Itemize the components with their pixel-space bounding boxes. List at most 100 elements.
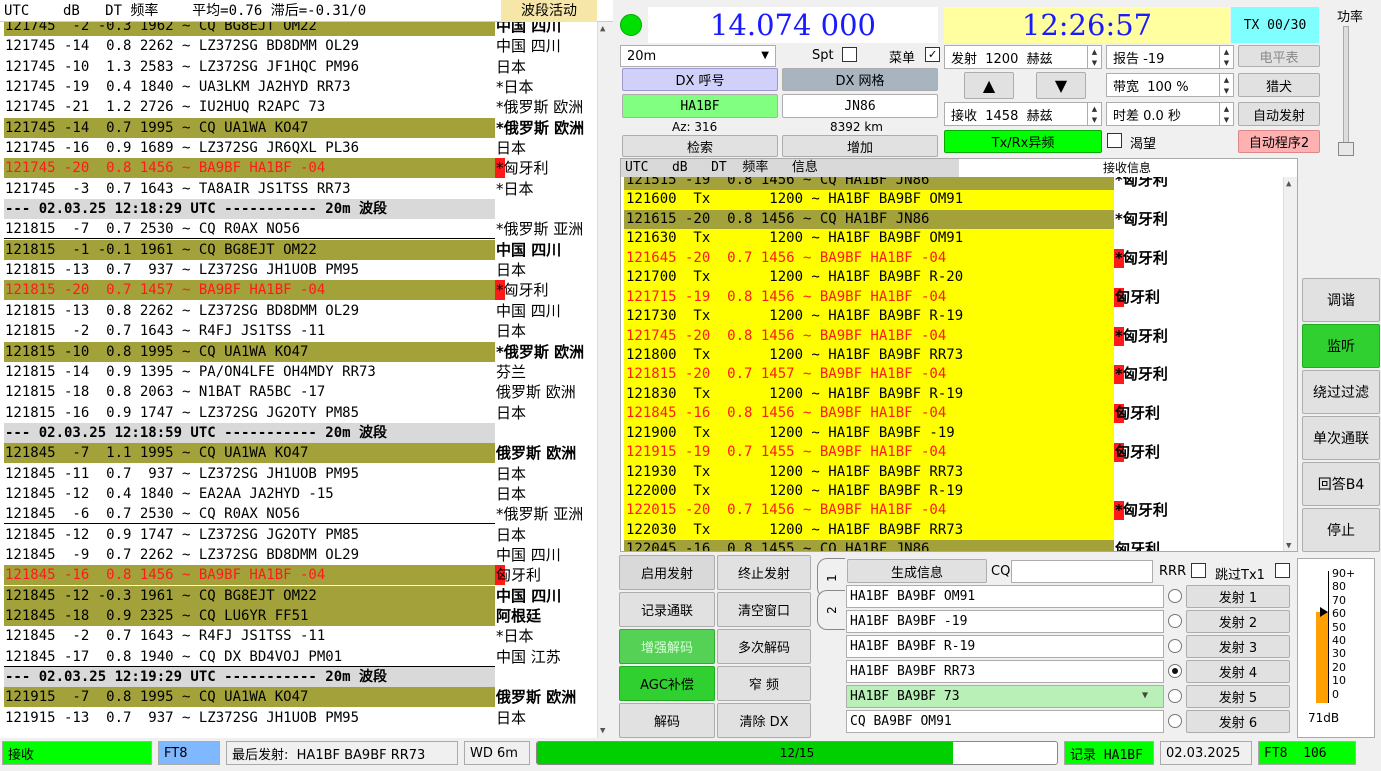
time-offset-spinbox[interactable]: 时差 0.0 秒 ▲ ▼ [1106, 102, 1234, 126]
spin-arrows-icon[interactable]: ▲ ▼ [1219, 103, 1233, 125]
tx-select-radio-3[interactable] [1168, 639, 1182, 653]
decode-row[interactable]: 121845 -16 0.8 1456 ~ BA9BF HA1BF -04 匈牙利 [0, 565, 597, 586]
rx-row[interactable]: 121730 Tx 1200 ~ HA1BF BA9BF R-19 [621, 307, 1283, 327]
rx-row[interactable]: 121615 -20 0.8 1456 ~ CQ HA1BF JN86 *匈牙利 [621, 209, 1283, 230]
level-meter-button[interactable]: 电平表 [1238, 45, 1320, 67]
decode-row[interactable]: 121745 -10 1.3 2583 ~ LZ372SG JF1HQC PM9… [0, 57, 597, 77]
decode-row[interactable]: 121845 -9 0.7 2262 ~ LZ372SG BD8DMM OL29… [0, 545, 597, 565]
rx-row[interactable]: 121700 Tx 1200 ~ HA1BF BA9BF R-20 [621, 268, 1283, 288]
rx-frequency-scrollbar[interactable]: ▲ ▼ [1283, 177, 1297, 551]
decode-row[interactable]: 121915 -7 0.8 1995 ~ CQ UA1WA KO47 俄罗斯 欧洲 [0, 687, 597, 708]
chevron-down-icon[interactable]: ▼ [1142, 690, 1148, 701]
rx-row[interactable]: 122030 Tx 1200 ~ HA1BF BA9BF RR73 [621, 520, 1283, 541]
tx-send-button-2[interactable]: 发射 2 [1186, 610, 1290, 633]
decode-row[interactable]: 121745 -21 1.2 2726 ~ IU2HUQ R2APC 73 *俄罗… [0, 97, 597, 117]
tab-2[interactable]: 2 [817, 590, 845, 630]
scroll-up-icon[interactable]: ▲ [600, 24, 605, 34]
period-separator[interactable]: --- 02.03.25 12:19:29 UTC ----------- 20… [0, 667, 597, 687]
decode-row[interactable]: 121815 -2 0.7 1643 ~ R4FJ JS1TSS -11 日本 [0, 321, 597, 341]
txrx-split-toggle[interactable]: Tx/Rx异频 [944, 130, 1102, 153]
auto-prog-button[interactable]: 自动程序2 [1238, 130, 1320, 153]
tx-message-2[interactable]: HA1BF BA9BF -19 [846, 610, 1164, 633]
decode-row[interactable]: 121745 -3 0.7 1643 ~ TA8AIR JS1TSS RR73 *… [0, 179, 597, 199]
rx-row[interactable]: 121915 -19 0.7 1455 ~ BA9BF HA1BF -04 匈牙利 [621, 443, 1283, 463]
decode-row[interactable]: 121845 -17 0.8 1940 ~ CQ DX BD4VOJ PM01 中… [0, 647, 597, 667]
rx-row[interactable]: 121800 Tx 1200 ~ HA1BF BA9BF RR73 [621, 345, 1283, 366]
spin-arrows-icon[interactable]: ▲ ▼ [1219, 74, 1233, 96]
tx-select-radio-4[interactable] [1168, 664, 1182, 678]
scroll-up-icon[interactable]: ▲ [1286, 179, 1291, 189]
clear-dx-button[interactable]: 清除 DX [717, 703, 811, 738]
spin-arrows-icon[interactable]: ▲ ▼ [1219, 46, 1233, 68]
clear-window-button[interactable]: 清空窗口 [717, 592, 811, 627]
decode-row[interactable]: 121815 -7 0.7 2530 ~ CQ R0AX NO56 *俄罗斯 亚洲 [0, 219, 597, 240]
tx-send-button-4[interactable]: 发射 4 [1186, 660, 1290, 683]
tx-message-4[interactable]: HA1BF BA9BF RR73 [846, 660, 1164, 683]
rx-row[interactable]: 121745 -20 0.8 1456 ~ BA9BF HA1BF -04 *匈牙… [621, 326, 1283, 346]
rx-frequency-list[interactable]: 121515 -19 0.8 1456 ~ CQ HA1BF JN86 *匈牙利 1… [621, 171, 1283, 551]
enable-tx-button[interactable]: 启用发射 [619, 555, 715, 590]
decode-row[interactable]: 121845 -18 0.9 2325 ~ CQ LU6YR FF51 阿根廷 [0, 605, 597, 626]
spin-arrows-icon[interactable]: ▲ ▼ [1087, 46, 1101, 68]
decode-row[interactable]: 121745 -20 0.8 1456 ~ BA9BF HA1BF -04 *匈牙… [0, 158, 597, 179]
add-button[interactable]: 增加 [782, 135, 938, 157]
rx-row[interactable]: 121845 -16 0.8 1456 ~ BA9BF HA1BF -04 匈牙利 [621, 404, 1283, 424]
decode-row[interactable]: 121815 -20 0.7 1457 ~ BA9BF HA1BF -04 *匈牙… [0, 280, 597, 301]
decode-row[interactable]: 121815 -1 -0.1 1961 ~ CQ BG8EJT OM22 中国 四… [0, 239, 597, 260]
rx-row[interactable]: 121630 Tx 1200 ~ HA1BF BA9BF OM91 [621, 229, 1283, 249]
log-qso-button[interactable]: 记录通联 [619, 592, 715, 627]
side-button-5[interactable]: 回答B4 [1302, 462, 1380, 506]
generate-messages-button[interactable]: 生成信息 [847, 559, 987, 583]
decode-row[interactable]: 121815 -16 0.9 1747 ~ LZ372SG JG2OTY PM8… [0, 403, 597, 423]
tx-message-6[interactable]: CQ BA9BF OM91 [846, 710, 1164, 733]
period-separator[interactable]: --- 02.03.25 12:18:59 UTC ----------- 20… [0, 422, 597, 443]
tx-select-radio-1[interactable] [1168, 589, 1182, 603]
side-button-2[interactable]: 监听 [1302, 324, 1380, 368]
power-slider-thumb[interactable] [1338, 142, 1354, 156]
tx-freq-spinbox[interactable]: 发射 1200 赫兹 ▲ ▼ [944, 45, 1102, 69]
side-button-1[interactable]: 调谐 [1302, 278, 1380, 322]
rx-row[interactable]: 122000 Tx 1200 ~ HA1BF BA9BF R-19 [621, 482, 1283, 502]
want-checkbox[interactable] [1107, 133, 1122, 148]
decode-row[interactable]: 121845 -6 0.7 2530 ~ CQ R0AX NO56 *俄罗斯 亚洲 [0, 504, 597, 525]
decode-row[interactable]: 121845 -12 0.9 1747 ~ LZ372SG JG2OTY PM8… [0, 525, 597, 545]
rx-row[interactable]: 122015 -20 0.7 1456 ~ BA9BF HA1BF -04 *匈牙… [621, 501, 1283, 521]
spin-arrows-icon[interactable]: ▲ ▼ [1087, 103, 1101, 125]
decode-row[interactable]: 121845 -12 0.4 1840 ~ EA2AA JA2HYD -15 日本 [0, 484, 597, 504]
tx-send-button-6[interactable]: 发射 6 [1186, 710, 1290, 733]
lookup-button[interactable]: 检索 [622, 135, 778, 157]
report-spinbox[interactable]: 报告 -19 ▲ ▼ [1106, 45, 1234, 69]
rx-row[interactable]: 121715 -19 0.8 1456 ~ BA9BF HA1BF -04 匈牙利 [621, 287, 1283, 308]
decode-row[interactable]: 121745 -14 0.8 2262 ~ LZ372SG BD8DMM OL2… [0, 36, 597, 56]
rx-row[interactable]: 121600 Tx 1200 ~ HA1BF BA9BF OM91 [621, 190, 1283, 210]
tx-send-button-3[interactable]: 发射 3 [1186, 635, 1290, 658]
decode-row[interactable]: 121845 -11 0.7 937 ~ LZ372SG JH1UOB PM95… [0, 464, 597, 484]
rx-row[interactable]: 121830 Tx 1200 ~ HA1BF BA9BF R-19 [621, 384, 1283, 405]
rx-row[interactable]: 121815 -20 0.7 1457 ~ BA9BF HA1BF -04 *匈牙… [621, 365, 1283, 385]
tx-select-radio-5[interactable] [1168, 689, 1182, 703]
tx-send-button-5[interactable]: 发射 5 [1186, 685, 1290, 708]
tx-message-1[interactable]: HA1BF BA9BF OM91 [846, 585, 1164, 608]
decode-row[interactable]: 121915 -13 0.7 937 ~ LZ372SG JH1UOB PM95… [0, 708, 597, 728]
tx-send-button-1[interactable]: 发射 1 [1186, 585, 1290, 608]
skip-tx1-checkbox[interactable] [1275, 563, 1290, 578]
decode-row[interactable]: 121745 -19 0.4 1840 ~ UA3LKM JA2HYD RR73… [0, 77, 597, 97]
band-select[interactable]: 20m ▼ [620, 45, 776, 67]
decode-row[interactable]: 121845 -12 -0.3 1961 ~ CQ BG8EJT OM22 中国 … [0, 585, 597, 606]
decode-row[interactable]: 121815 -13 0.8 2262 ~ LZ372SG BD8DMM OL2… [0, 301, 597, 321]
power-slider-track[interactable] [1343, 26, 1349, 154]
side-button-6[interactable]: 停止 [1302, 508, 1380, 552]
set-tx-up-button[interactable]: ▲ [964, 72, 1014, 99]
enhanced-decode-button[interactable]: 增强解码 [619, 629, 715, 664]
rrr-checkbox[interactable] [1191, 563, 1206, 578]
agc-button[interactable]: AGC补偿 [619, 666, 715, 701]
set-rx-down-button[interactable]: ▼ [1036, 72, 1086, 99]
decode-row[interactable]: 121815 -13 0.7 937 ~ LZ372SG JH1UOB PM95… [0, 260, 597, 280]
rx-row[interactable]: 121645 -20 0.7 1456 ~ BA9BF HA1BF -04 *匈牙… [621, 248, 1283, 269]
spt-checkbox[interactable] [842, 47, 857, 62]
side-button-4[interactable]: 单次通联 [1302, 416, 1380, 460]
decode-row[interactable]: 121815 -10 0.8 1995 ~ CQ UA1WA KO47 *俄罗斯 … [0, 341, 597, 362]
side-button-3[interactable]: 绕过过滤 [1302, 370, 1380, 414]
tx-select-radio-2[interactable] [1168, 614, 1182, 628]
decode-row[interactable]: 121815 -18 0.8 2063 ~ N1BAT RA5BC -17 俄罗斯… [0, 382, 597, 402]
